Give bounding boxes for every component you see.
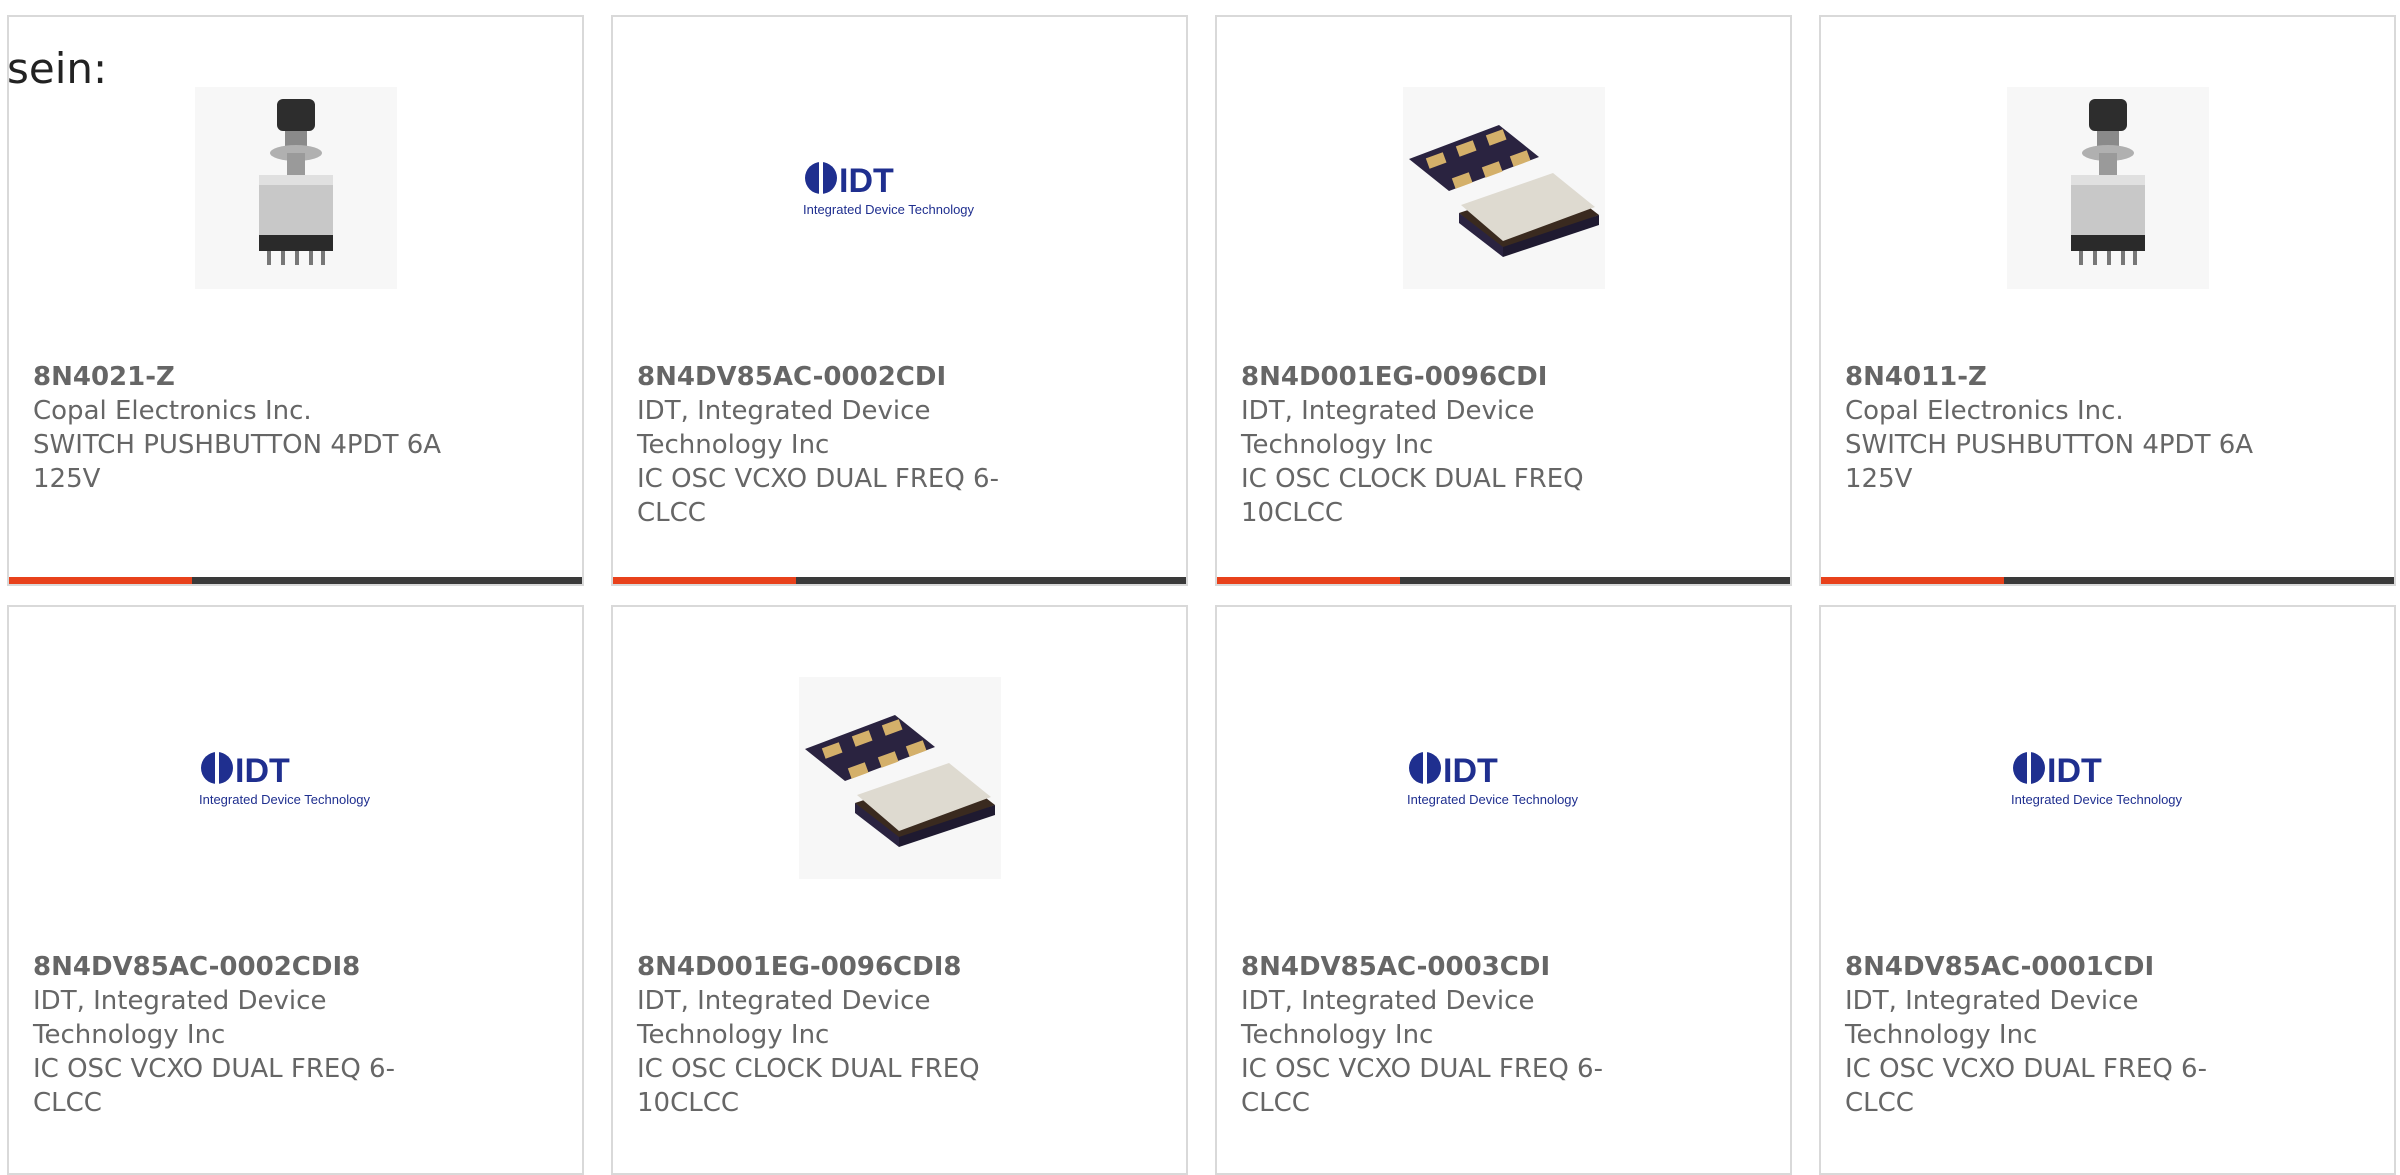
product-card[interactable]: 8N4D001EG-0096CDI8 IDT, Integrated Devic… [611, 605, 1188, 1175]
part-number[interactable]: 8N4DV85AC-0002CDI [637, 360, 1057, 394]
manufacturer: IDT, Integrated Device [637, 986, 931, 1016]
description: 10CLCC [1241, 498, 1344, 528]
idt-logo-image: IDT Integrated Device Technology [195, 677, 397, 879]
description: SWITCH PUSHBUTTON 4PDT 6A [33, 430, 442, 460]
idt-logo-subtitle: Integrated Device Technology [2011, 792, 2183, 807]
product-card[interactable]: IDT Integrated Device Technology 8N4DV85… [611, 15, 1188, 586]
description: 125V [1845, 464, 1913, 494]
manufacturer: Technology Inc [1241, 430, 1434, 460]
lead-text: sein: [7, 44, 108, 93]
manufacturer: Technology Inc [1845, 1020, 2038, 1050]
card-progress-bar [9, 577, 582, 584]
manufacturer: IDT, Integrated Device [1241, 986, 1535, 1016]
manufacturer: IDT, Integrated Device [1845, 986, 2139, 1016]
description: IC OSC VCXO DUAL FREQ 6-CLCC [1241, 1054, 1603, 1118]
manufacturer: IDT, Integrated Device [33, 986, 327, 1016]
part-number[interactable]: 8N4DV85AC-0003CDI [1241, 950, 1661, 984]
part-number[interactable]: 8N4D001EG-0096CDI8 [637, 950, 1057, 984]
description: IC OSC CLOCK DUAL FREQ [637, 1054, 980, 1084]
part-number[interactable]: 8N4011-Z [1845, 360, 2265, 394]
idt-logo-subtitle: Integrated Device Technology [803, 202, 975, 217]
part-number[interactable]: 8N4021-Z [33, 360, 453, 394]
description: 125V [33, 464, 101, 494]
manufacturer: Copal Electronics Inc. [33, 396, 312, 426]
idt-logo-text: IDT [2047, 752, 2102, 790]
product-card[interactable]: IDT Integrated Device Technology 8N4DV85… [1819, 605, 2396, 1175]
idt-logo-text: IDT [1443, 752, 1498, 790]
idt-logo-image: IDT Integrated Device Technology [2007, 677, 2209, 879]
manufacturer: IDT, Integrated Device [1241, 396, 1535, 426]
product-card[interactable]: IDT Integrated Device Technology 8N4DV85… [7, 605, 584, 1175]
part-number[interactable]: 8N4DV85AC-0002CDI8 [33, 950, 453, 984]
idt-logo-subtitle: Integrated Device Technology [1407, 792, 1579, 807]
idt-logo-image: IDT Integrated Device Technology [1403, 677, 1605, 879]
card-progress-bar [613, 577, 1186, 584]
description: IC OSC VCXO DUAL FREQ 6-CLCC [1845, 1054, 2207, 1118]
manufacturer: IDT, Integrated Device [637, 396, 931, 426]
part-number[interactable]: 8N4D001EG-0096CDI [1241, 360, 1661, 394]
idt-logo-subtitle: Integrated Device Technology [199, 792, 371, 807]
description: IC OSC VCXO DUAL FREQ 6-CLCC [637, 464, 999, 528]
manufacturer: Technology Inc [637, 1020, 830, 1050]
product-card[interactable]: 8N4011-Z Copal Electronics Inc. SWITCH P… [1819, 15, 2396, 586]
description: SWITCH PUSHBUTTON 4PDT 6A [1845, 430, 2254, 460]
product-card[interactable]: 8N4021-Z Copal Electronics Inc. SWITCH P… [7, 15, 584, 586]
oscillator-chip-image [799, 677, 1001, 879]
card-progress-bar [1217, 577, 1790, 584]
pushbutton-switch-image [2007, 87, 2209, 289]
card-progress-bar [1821, 577, 2394, 584]
pushbutton-switch-image [195, 87, 397, 289]
manufacturer: Copal Electronics Inc. [1845, 396, 2124, 426]
manufacturer: Technology Inc [33, 1020, 226, 1050]
description: IC OSC CLOCK DUAL FREQ [1241, 464, 1584, 494]
manufacturer: Technology Inc [1241, 1020, 1434, 1050]
manufacturer: Technology Inc [637, 430, 830, 460]
product-card[interactable]: IDT Integrated Device Technology 8N4DV85… [1215, 605, 1792, 1175]
description: 10CLCC [637, 1088, 740, 1118]
description: IC OSC VCXO DUAL FREQ 6-CLCC [33, 1054, 395, 1118]
idt-logo-image: IDT Integrated Device Technology [799, 87, 1001, 289]
idt-logo-text: IDT [839, 162, 894, 200]
oscillator-chip-image [1403, 87, 1605, 289]
part-number[interactable]: 8N4DV85AC-0001CDI [1845, 950, 2265, 984]
idt-logo-text: IDT [235, 752, 290, 790]
product-card[interactable]: 8N4D001EG-0096CDI IDT, Integrated Device… [1215, 15, 1792, 586]
